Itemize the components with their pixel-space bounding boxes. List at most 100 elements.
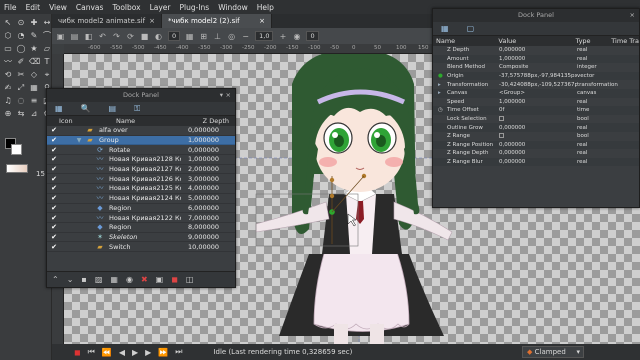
zoom-out-icon[interactable]: −: [241, 32, 250, 41]
navigator-tab-icon[interactable]: ▢: [467, 24, 475, 33]
sort-tool-icon[interactable]: ◌: [16, 96, 26, 106]
visibility-checkbox[interactable]: ✔: [49, 214, 59, 222]
visibility-checkbox[interactable]: ✔: [49, 126, 59, 134]
param-value[interactable]: 1,000000: [499, 56, 525, 62]
tab-animate[interactable]: чибк model2 animate.sif ×: [52, 14, 162, 28]
star-tool-icon[interactable]: ⌒: [42, 31, 52, 41]
insert-tool-icon[interactable]: ⊕: [3, 109, 13, 119]
expander-icon[interactable]: ▸: [438, 90, 441, 96]
param-value-cell[interactable]: 1,000000: [499, 99, 577, 105]
visibility-checkbox[interactable]: ✔: [49, 175, 59, 183]
duplicate-layer-icon[interactable]: ▪: [81, 275, 86, 284]
snap-icon[interactable]: ⊞: [199, 32, 208, 41]
param-row[interactable]: Speed 1,000000 real: [433, 98, 639, 107]
type-column-header[interactable]: Type: [576, 37, 612, 45]
next-keyframe-icon[interactable]: ⏩: [158, 348, 168, 357]
param-row[interactable]: ▸ Canvas <Group> canvas: [433, 88, 639, 98]
eyedrop-tool-icon[interactable]: ⟲: [3, 70, 13, 80]
gradient-tool-icon[interactable]: ◯: [16, 44, 26, 54]
param-value[interactable]: 0,000000: [499, 125, 525, 131]
menu-edit[interactable]: Edit: [26, 3, 41, 12]
layer-row[interactable]: ✔ ✶ Skeleton 9,000000: [47, 233, 235, 243]
lower-layer-icon[interactable]: ⌄: [67, 275, 74, 284]
refresh-icon[interactable]: ⟳: [126, 32, 135, 41]
stop-icon[interactable]: ◼: [171, 275, 178, 284]
param-value-cell[interactable]: 0,000000: [499, 47, 577, 53]
param-row[interactable]: Z Range Depth 0,000000 real: [433, 149, 639, 158]
layers-tab-icon[interactable]: ▦: [55, 104, 63, 113]
filter-group-icon[interactable]: ◉: [126, 275, 133, 284]
encapsulate-icon[interactable]: ▨: [95, 275, 103, 284]
spline-tool-icon[interactable]: ★: [29, 44, 39, 54]
param-row[interactable]: Amount 1,000000 real: [433, 54, 639, 64]
menu-help[interactable]: Help: [257, 3, 274, 12]
seek-begin-icon[interactable]: ⏮: [88, 347, 95, 357]
mirror-tool-icon[interactable]: ⬡: [3, 31, 13, 41]
layers-tool-icon[interactable]: ≡: [29, 96, 39, 106]
param-value-cell[interactable]: 0f: [499, 107, 577, 113]
polygon-tool-icon[interactable]: ▭: [3, 44, 13, 54]
menu-window[interactable]: Window: [218, 3, 248, 12]
value-column-header[interactable]: Value: [498, 37, 575, 45]
params-panel-title[interactable]: Dock Panel ×: [433, 9, 639, 22]
visibility-checkbox[interactable]: ✔: [49, 184, 59, 192]
close-icon[interactable]: ×: [630, 9, 635, 22]
visibility-checkbox[interactable]: ✔: [49, 146, 59, 154]
icon-column-header[interactable]: Icon: [47, 117, 73, 125]
frame-input[interactable]: 0: [306, 31, 319, 41]
scale-tool-icon[interactable]: ✚: [29, 18, 39, 28]
menu-plugins[interactable]: Plug-Ins: [179, 3, 209, 12]
close-icon[interactable]: ×: [259, 17, 265, 25]
param-row[interactable]: Z Range Position 0,000000 real: [433, 140, 639, 150]
layer-row[interactable]: ✔ 〰 Новая Кривая2126 Контур 3,000000: [47, 174, 235, 185]
brush-width-value[interactable]: 15: [36, 170, 45, 178]
name-column-header[interactable]: Name: [433, 37, 498, 45]
menu-toolbox[interactable]: Toolbox: [112, 3, 140, 12]
render-icon[interactable]: ◧: [84, 32, 93, 41]
fill-tool-icon[interactable]: T: [42, 57, 52, 67]
layers-panel-title[interactable]: Dock Panel ▾ ×: [47, 89, 235, 102]
set-exclude-icon[interactable]: ▣: [156, 275, 164, 284]
skeleton-tool-icon[interactable]: ⤢: [16, 83, 26, 93]
param-value[interactable]: <Group>: [499, 90, 525, 96]
param-value-cell[interactable]: -30,424088px,-109,527367px: [499, 82, 577, 88]
circle-tool-icon[interactable]: ◔: [16, 31, 26, 41]
onion-skin-icon[interactable]: ◉: [292, 32, 301, 41]
delete-layer-icon[interactable]: ✖: [141, 275, 148, 284]
param-row[interactable]: Lock Selection bool: [433, 115, 639, 124]
grid-icon[interactable]: ▦: [185, 32, 194, 41]
layer-row[interactable]: ✔ ▰ Switch 10,00000: [47, 242, 235, 252]
param-value[interactable]: 0,000000: [499, 150, 525, 156]
visibility-checkbox[interactable]: ✔: [49, 204, 59, 212]
sketch-tool-icon[interactable]: ◇: [29, 70, 39, 80]
param-row[interactable]: Z Range Blur 0,000000 real: [433, 157, 639, 167]
zoom-tool-icon[interactable]: ✍: [3, 83, 13, 93]
param-value-cell[interactable]: <Group>: [499, 90, 577, 96]
visibility-checkbox[interactable]: ✔: [49, 155, 59, 163]
params-tab-icon[interactable]: ▦: [441, 24, 449, 33]
visibility-checkbox[interactable]: ✔: [49, 136, 59, 144]
quality-input[interactable]: 0: [168, 31, 181, 41]
animation-mode-icon[interactable]: ◼: [74, 348, 81, 357]
param-value[interactable]: 0,000000: [499, 142, 525, 148]
expander-icon[interactable]: ▸: [438, 82, 441, 88]
zoom-in-icon[interactable]: +: [278, 32, 287, 41]
close-icon[interactable]: ×: [226, 89, 231, 102]
menu-canvas[interactable]: Canvas: [76, 3, 104, 12]
tab-model2-copy[interactable]: *чибк model2 (2).sif ×: [162, 14, 272, 28]
layer-row[interactable]: ✔ ⟳ Rotate 0,000000: [47, 145, 235, 156]
param-value[interactable]: 1,000000: [499, 99, 525, 105]
param-value[interactable]: -30,424088px,-109,527367px: [499, 82, 577, 88]
text-tool-icon[interactable]: ✂: [16, 70, 26, 80]
rotate-tool-icon[interactable]: ↔: [42, 18, 52, 28]
param-value-cell[interactable]: [499, 116, 577, 122]
layer-row[interactable]: ✔ 〰 Новая Кривая2128 Контур 1,000000: [47, 155, 235, 165]
param-row[interactable]: Z Depth 0,000000 real: [433, 46, 639, 55]
brush-tool-icon[interactable]: ⌖: [42, 70, 52, 80]
param-value[interactable]: 0f: [499, 107, 504, 113]
gradient-swatch[interactable]: [6, 164, 28, 173]
quality-icon[interactable]: ◐: [154, 32, 163, 41]
sets-tab-icon[interactable]: ▤: [109, 104, 117, 113]
save-as-icon[interactable]: ▤: [70, 32, 79, 41]
layer-row[interactable]: ✔ ▼ ▰ Group 1,000000: [47, 135, 235, 146]
